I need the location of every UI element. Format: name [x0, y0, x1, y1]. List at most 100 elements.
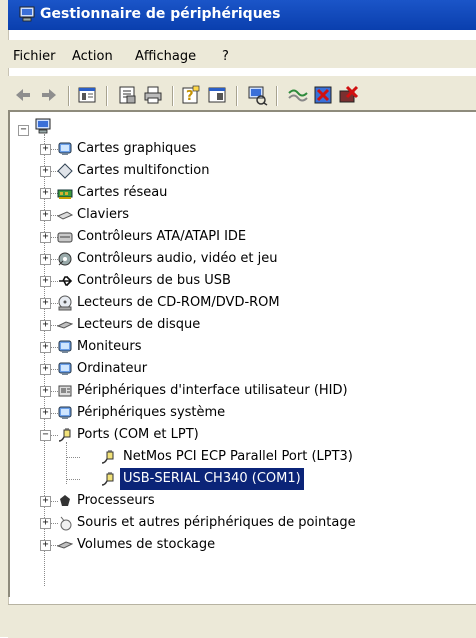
tree-item-cartes-reseau[interactable]: + Cartes réseau [10, 182, 476, 204]
console-tree-icon[interactable] [76, 84, 98, 106]
update-driver-icon[interactable] [286, 84, 308, 106]
tree-item-label: Lecteurs de CD-ROM/DVD-ROM [77, 295, 280, 310]
expand-toggle[interactable]: + [40, 540, 51, 551]
menu-bar: Fichier Action Affichage ? [8, 40, 476, 68]
tree-item-label: Contrôleurs audio, vidéo et jeu [77, 251, 278, 266]
properties-icon[interactable] [116, 84, 138, 106]
computer-small-icon [57, 361, 73, 377]
expand-toggle[interactable]: + [40, 188, 51, 199]
collapse-toggle[interactable]: − [18, 125, 29, 136]
tree-item-claviers[interactable]: + Claviers [10, 204, 476, 226]
disable-device-icon[interactable] [312, 84, 334, 106]
expand-toggle[interactable]: + [40, 320, 51, 331]
tree-item-lecteurs-disque[interactable]: + Lecteurs de disque [10, 314, 476, 336]
tree-item-label: Processeurs [77, 493, 155, 508]
toolbar: ? [8, 76, 476, 111]
tree-item-label: Moniteurs [77, 339, 142, 354]
expand-toggle[interactable]: + [40, 254, 51, 265]
tree-item-label: NetMos PCI ECP Parallel Port (LPT3) [123, 449, 353, 464]
tree-item-hid[interactable]: + Périphériques d'interface utilisateur … [10, 380, 476, 402]
tree-item-label: Cartes graphiques [77, 141, 197, 156]
status-bar [8, 604, 476, 638]
expand-toggle[interactable]: + [40, 364, 51, 375]
toolbar-separator [236, 86, 237, 106]
keyboard-icon [56, 207, 74, 223]
collapse-toggle[interactable]: − [40, 430, 51, 441]
tree-item-label-selected: USB-SERIAL CH340 (COM1) [120, 468, 304, 490]
menu-action[interactable]: Action [72, 49, 113, 64]
tree-item-usb-serial-ch340[interactable]: USB-SERIAL CH340 (COM1) [10, 468, 476, 490]
tree-item-label: Ports (COM et LPT) [77, 427, 199, 442]
expand-toggle[interactable]: + [40, 166, 51, 177]
expand-toggle[interactable]: + [40, 232, 51, 243]
port-plug-icon [100, 449, 116, 465]
tree-item-moniteurs[interactable]: + Moniteurs [10, 336, 476, 358]
tree-item-controleurs-ata[interactable]: + Contrôleurs ATA/ATAPI IDE [10, 226, 476, 248]
audio-icon [57, 251, 73, 267]
port-plug-icon [100, 471, 116, 487]
device-manager-window: Gestionnaire de périphériques Fichier Ac… [0, 0, 476, 638]
menu-affichage[interactable]: Affichage [135, 49, 196, 64]
display-adapter-icon [57, 141, 73, 157]
tree-item-peripheriques-systeme[interactable]: + Périphériques système [10, 402, 476, 424]
device-tree-pane[interactable]: − + Cartes graphiques + Cartes multifonc… [8, 110, 476, 597]
tree-item-controleurs-usb[interactable]: + Contrôleurs de bus USB [10, 270, 476, 292]
show-hide-icon[interactable] [206, 84, 228, 106]
title-bar[interactable]: Gestionnaire de périphériques [8, 0, 476, 30]
ide-controller-icon [57, 229, 73, 245]
expand-toggle[interactable]: + [40, 298, 51, 309]
processor-icon [57, 493, 73, 509]
tree-item-cartes-multifonction[interactable]: + Cartes multifonction [10, 160, 476, 182]
back-arrow-icon[interactable] [12, 84, 34, 106]
tree-item-label: Cartes multifonction [77, 163, 210, 178]
mouse-icon [57, 515, 73, 531]
computer-icon [18, 6, 36, 22]
tree-item-cartes-graphiques[interactable]: + Cartes graphiques [10, 138, 476, 160]
tree-item-label: Ordinateur [77, 361, 148, 376]
expand-toggle[interactable]: + [40, 386, 51, 397]
cdrom-icon [57, 295, 73, 311]
tree-item-label: Périphériques d'interface utilisateur (H… [77, 383, 348, 398]
uninstall-device-icon[interactable] [338, 84, 360, 106]
tree-item-label: Claviers [77, 207, 130, 222]
tree-item-volumes-stockage[interactable]: + Volumes de stockage [10, 534, 476, 556]
monitor-icon [57, 339, 73, 355]
system-device-icon [57, 405, 73, 421]
storage-volume-icon [56, 537, 74, 553]
expand-toggle[interactable]: + [40, 518, 51, 529]
tree-item-netmos-port[interactable]: NetMos PCI ECP Parallel Port (LPT3) [10, 446, 476, 468]
expand-toggle[interactable]: + [40, 210, 51, 221]
tree-connector [66, 479, 80, 480]
tree-item-label: Contrôleurs de bus USB [77, 273, 231, 288]
tree-item-label: Contrôleurs ATA/ATAPI IDE [77, 229, 247, 244]
disk-drive-icon [56, 317, 74, 333]
tree-item-lecteurs-cdrom[interactable]: + Lecteurs de CD-ROM/DVD-ROM [10, 292, 476, 314]
menu-help[interactable]: ? [222, 49, 229, 64]
expand-toggle[interactable]: + [40, 496, 51, 507]
toolbar-separator [276, 86, 277, 106]
tree-item-controleurs-audio[interactable]: + Contrôleurs audio, vidéo et jeu [10, 248, 476, 270]
scan-hardware-icon[interactable] [246, 84, 268, 106]
computer-icon[interactable] [34, 118, 51, 134]
expand-toggle[interactable]: + [40, 408, 51, 419]
hid-icon [57, 383, 73, 399]
tree-item-label: Cartes réseau [77, 185, 168, 200]
menu-fichier[interactable]: Fichier [13, 49, 56, 64]
tree-item-ports[interactable]: − Ports (COM et LPT) [10, 424, 476, 446]
expand-toggle[interactable]: + [40, 342, 51, 353]
usb-icon [57, 273, 73, 289]
network-card-icon [57, 185, 73, 201]
toolbar-separator [172, 86, 173, 106]
tree-item-souris[interactable]: + Souris et autres périphériques de poin… [10, 512, 476, 534]
print-icon[interactable] [142, 84, 164, 106]
window-title: Gestionnaire de périphériques [40, 6, 281, 22]
port-plug-icon [57, 427, 73, 443]
forward-arrow-icon[interactable] [38, 84, 60, 106]
tree-item-ordinateur[interactable]: + Ordinateur [10, 358, 476, 380]
tree-item-label: Lecteurs de disque [77, 317, 201, 332]
expand-toggle[interactable]: + [40, 144, 51, 155]
help-icon[interactable]: ? [180, 84, 202, 106]
expand-toggle[interactable]: + [40, 276, 51, 287]
toolbar-separator [106, 86, 107, 106]
tree-item-processeurs[interactable]: + Processeurs [10, 490, 476, 512]
